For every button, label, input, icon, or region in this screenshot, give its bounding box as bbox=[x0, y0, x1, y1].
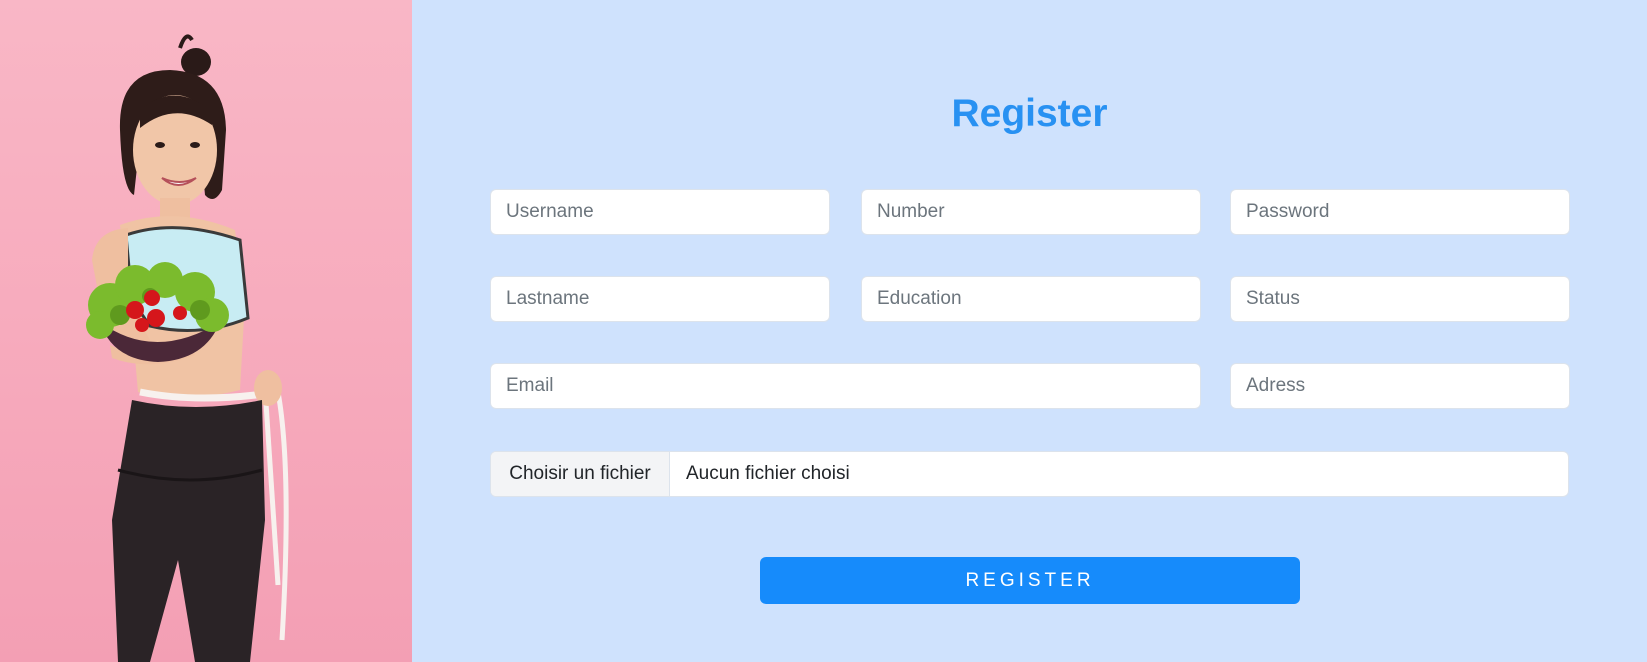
choose-file-button[interactable]: Choisir un fichier bbox=[491, 452, 670, 496]
form-title: Register bbox=[951, 92, 1108, 135]
status-input[interactable] bbox=[1230, 276, 1570, 322]
adress-input[interactable] bbox=[1230, 363, 1570, 409]
register-form: Register Choisir un fichier Aucun fichie… bbox=[412, 0, 1647, 662]
file-upload-field[interactable]: Choisir un fichier Aucun fichier choisi bbox=[490, 451, 1569, 497]
education-input[interactable] bbox=[861, 276, 1201, 322]
lastname-input[interactable] bbox=[490, 276, 830, 322]
username-input[interactable] bbox=[490, 189, 830, 235]
number-input[interactable] bbox=[861, 189, 1201, 235]
password-input[interactable] bbox=[1230, 189, 1570, 235]
register-button[interactable]: REGISTER bbox=[760, 557, 1300, 604]
email-input[interactable] bbox=[490, 363, 1201, 409]
woman-with-salad-illustration bbox=[86, 34, 289, 662]
hero-photo bbox=[0, 0, 412, 662]
file-status-text: Aucun fichier choisi bbox=[686, 463, 850, 484]
